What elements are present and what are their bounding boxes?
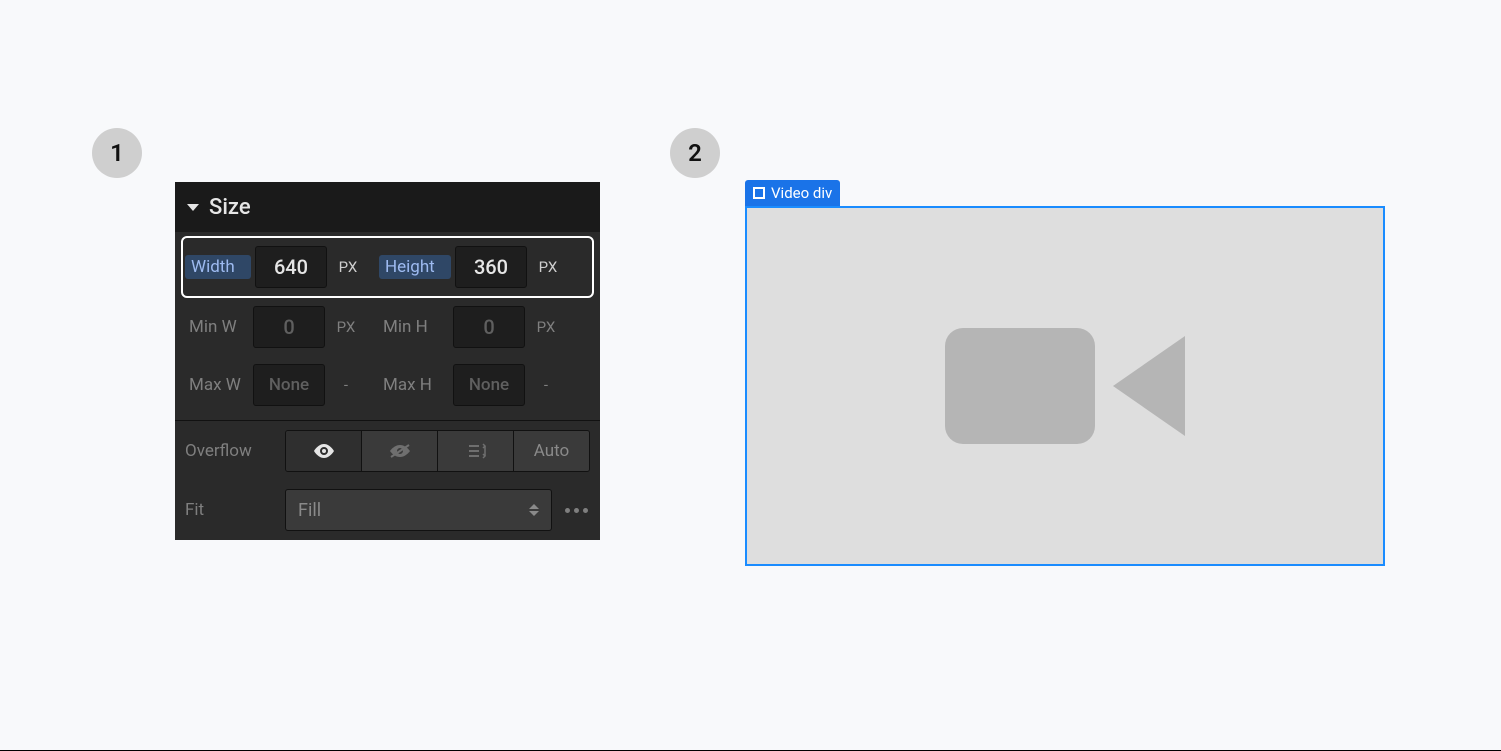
overflow-label: Overflow	[185, 441, 275, 461]
size-panel-title: Size	[209, 195, 251, 220]
width-unit[interactable]: PX	[331, 258, 365, 276]
size-panel: Size Width 640 PX Height 360 PX Min W 0 …	[175, 182, 600, 540]
step-badge-2: 2	[670, 128, 720, 178]
minh-input[interactable]: 0	[453, 306, 525, 348]
maxh-label[interactable]: Max H	[377, 373, 449, 397]
minh-unit[interactable]: PX	[529, 318, 563, 336]
element-selection-tag[interactable]: Video div	[745, 180, 840, 206]
eye-off-icon	[389, 443, 411, 459]
width-label[interactable]: Width	[185, 255, 251, 279]
fit-label: Fit	[185, 500, 275, 520]
maxh-input[interactable]: None	[453, 364, 525, 406]
maxw-label[interactable]: Max W	[183, 373, 249, 397]
minh-label[interactable]: Min H	[377, 315, 449, 339]
size-panel-header[interactable]: Size	[175, 182, 600, 232]
height-unit[interactable]: PX	[531, 258, 565, 276]
height-label[interactable]: Height	[379, 255, 451, 279]
fit-select[interactable]: Fill	[285, 489, 552, 531]
video-placeholder-icon	[945, 328, 1185, 444]
step-badge-1: 1	[92, 128, 142, 178]
maxw-input[interactable]: None	[253, 364, 325, 406]
scroll-icon	[466, 441, 486, 461]
size-rows: Width 640 PX Height 360 PX Min W 0 PX Mi…	[175, 232, 600, 420]
element-tag-label: Video div	[771, 184, 832, 202]
minw-input[interactable]: 0	[253, 306, 325, 348]
minw-unit[interactable]: PX	[329, 318, 363, 336]
overflow-row: Overflow Auto	[175, 420, 600, 480]
size-row-min: Min W 0 PX Min H 0 PX	[181, 298, 594, 356]
overflow-segmented: Auto	[285, 430, 590, 472]
div-icon	[753, 187, 765, 199]
fit-row: Fit Fill	[175, 480, 600, 540]
more-options-button[interactable]	[562, 508, 590, 513]
width-input[interactable]: 640	[255, 246, 327, 288]
eye-icon	[313, 444, 335, 458]
maxw-unit[interactable]: -	[329, 376, 363, 394]
video-preview-area: Video div	[745, 206, 1385, 566]
collapse-caret-icon[interactable]	[187, 204, 199, 211]
fit-select-value: Fill	[298, 500, 321, 521]
size-row-max: Max W None - Max H None -	[181, 356, 594, 414]
overflow-visible-button[interactable]	[286, 431, 362, 471]
overflow-scroll-button[interactable]	[438, 431, 514, 471]
overflow-auto-button[interactable]: Auto	[514, 431, 589, 471]
size-row-dimensions: Width 640 PX Height 360 PX	[181, 236, 594, 298]
maxh-unit[interactable]: -	[529, 376, 563, 394]
minw-label[interactable]: Min W	[183, 315, 249, 339]
overflow-hidden-button[interactable]	[362, 431, 438, 471]
video-div-element[interactable]	[745, 206, 1385, 566]
select-chevron-icon	[529, 501, 541, 519]
height-input[interactable]: 360	[455, 246, 527, 288]
